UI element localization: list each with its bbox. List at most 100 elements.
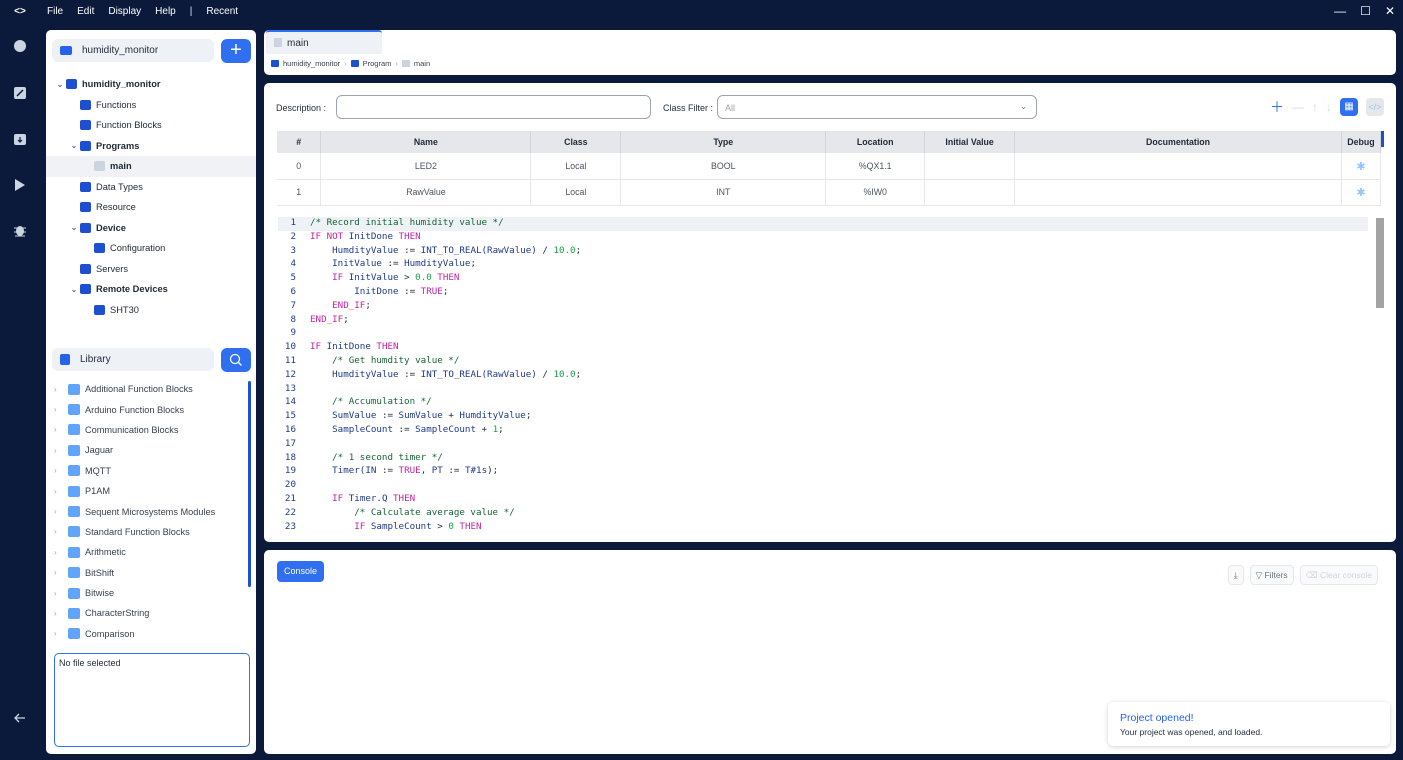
chevron-right-icon[interactable]: › (54, 446, 68, 455)
code-line[interactable]: 17 (278, 438, 1368, 452)
chevron-right-icon[interactable]: › (54, 629, 68, 638)
code-line[interactable]: 11 /* Get humdity value */ (278, 355, 1368, 369)
tree-item[interactable]: Resource (46, 197, 256, 218)
code-line[interactable]: 4 InitValue := HumdityValue; (278, 258, 1368, 272)
code-line[interactable]: 7 END_IF; (278, 300, 1368, 314)
description-input[interactable] (336, 95, 651, 119)
table-cell[interactable]: %QX1.1 (825, 153, 926, 180)
code-line[interactable]: 23 IF SampleCount > 0 THEN (278, 521, 1368, 531)
add-variable-icon[interactable]: ＋ (1270, 97, 1284, 117)
tree-item[interactable]: ⌄ humidity_monitor (46, 74, 256, 95)
add-button[interactable]: + (221, 39, 251, 63)
minimize-icon[interactable]: — (1334, 4, 1346, 18)
close-icon[interactable]: ✕ (1385, 4, 1395, 18)
library-item[interactable]: › MQTT (46, 461, 250, 481)
tree-item[interactable]: ⌄ Device (46, 218, 256, 239)
library-item[interactable]: › Additional Function Blocks (46, 379, 250, 399)
chevron-down-icon[interactable]: ⌄ (68, 141, 80, 150)
tree-item[interactable]: Configuration (46, 238, 256, 259)
bug-icon[interactable]: ✱ (1355, 186, 1367, 199)
column-header[interactable]: Debug (1341, 131, 1382, 153)
code-line[interactable]: 5 IF InitValue > 0.0 THEN (278, 272, 1368, 286)
chevron-down-icon[interactable]: ⌄ (68, 223, 80, 232)
table-cell[interactable]: %IW0 (825, 179, 926, 206)
code-line[interactable]: 1 /* Record initial humidity value */ (278, 217, 1368, 231)
move-down-icon[interactable]: ↓ (1326, 100, 1332, 114)
chevron-right-icon[interactable]: › (54, 405, 68, 414)
table-cell[interactable]: 0 (277, 153, 322, 180)
menu-help[interactable]: Help (148, 6, 183, 17)
library-item[interactable]: › Jaguar (46, 440, 250, 460)
library-search-button[interactable] (221, 348, 251, 372)
library-item[interactable]: › Communication Blocks (46, 420, 250, 440)
column-header[interactable]: Initial Value (924, 131, 1016, 153)
search-icon[interactable] (12, 39, 28, 55)
library-item[interactable]: › BitShift (46, 563, 250, 583)
code-line[interactable]: 22 /* Calculate average value */ (278, 507, 1368, 521)
library-item[interactable]: › Arduino Function Blocks (46, 399, 250, 419)
chevron-right-icon[interactable]: › (54, 466, 68, 475)
debug-cell[interactable]: ✱ (1341, 179, 1382, 206)
chevron-down-icon[interactable]: ⌄ (68, 285, 80, 294)
code-line[interactable]: 15 SumValue := SumValue + HumdityValue; (278, 410, 1368, 424)
chevron-down-icon[interactable]: ⌄ (54, 80, 66, 89)
table-cell[interactable]: INT (620, 179, 827, 206)
play-icon[interactable] (12, 179, 28, 195)
chevron-right-icon[interactable]: › (54, 487, 68, 496)
code-scrollbar[interactable] (1376, 218, 1384, 308)
tree-item[interactable]: SHT30 (46, 300, 256, 321)
table-cell[interactable]: RawValue (320, 179, 532, 206)
table-cell[interactable]: Local (530, 179, 622, 206)
library-item[interactable]: › Sequent Microsystems Modules (46, 501, 250, 521)
code-line[interactable]: 3 HumdityValue := INT_TO_REAL(RawValue) … (278, 245, 1368, 259)
maximize-icon[interactable]: ☐ (1360, 4, 1371, 18)
chevron-right-icon[interactable]: › (54, 589, 68, 598)
code-line[interactable]: 18 /* 1 second timer */ (278, 452, 1368, 466)
code-line[interactable]: 20 (278, 479, 1368, 493)
code-line[interactable]: 12 HumdityValue := INT_TO_REAL(RawValue)… (278, 369, 1368, 383)
table-cell[interactable]: BOOL (620, 153, 827, 180)
chevron-right-icon[interactable]: › (54, 527, 68, 536)
breadcrumb-item[interactable]: Program (363, 59, 392, 68)
library-item[interactable]: › Comparison (46, 624, 250, 644)
tree-item[interactable]: ⌄ Remote Devices (46, 279, 256, 300)
code-line[interactable]: 10 IF InitDone THEN (278, 341, 1368, 355)
code-line[interactable]: 9 (278, 327, 1368, 341)
code-line[interactable]: 2 IF NOT InitDone THEN (278, 231, 1368, 245)
project-selector[interactable]: humidity_monitor (52, 39, 214, 62)
code-line[interactable]: 13 (278, 383, 1368, 397)
table-cell[interactable]: LED2 (320, 153, 532, 180)
menu-file[interactable]: File (40, 6, 70, 17)
column-header[interactable]: Location (825, 131, 926, 153)
menu-recent[interactable]: Recent (199, 6, 245, 17)
chevron-right-icon[interactable]: › (54, 548, 68, 557)
code-editor[interactable]: 1 /* Record initial humidity value */ 2 IF … (278, 217, 1368, 531)
table-row[interactable]: 0 LED2 Local BOOL %QX1.1 ✱ (277, 153, 1382, 180)
table-cell[interactable] (924, 179, 1016, 206)
chevron-right-icon[interactable]: › (54, 385, 68, 394)
column-header[interactable]: Name (320, 131, 532, 153)
library-item[interactable]: › P1AM (46, 481, 250, 501)
tree-item[interactable]: ⌄ Programs (46, 136, 256, 157)
tree-item[interactable]: Functions (46, 95, 256, 116)
library-item[interactable]: › CharacterString (46, 603, 250, 623)
column-header[interactable]: Type (620, 131, 827, 153)
code-view-icon[interactable]: </> (1366, 98, 1384, 116)
tree-item[interactable]: Data Types (46, 177, 256, 198)
table-row[interactable]: 1 RawValue Local INT %IW0 ✱ (277, 179, 1382, 206)
column-header[interactable]: Class (530, 131, 622, 153)
code-line[interactable]: 19 Timer(IN := TRUE, PT := T#1s); (278, 465, 1368, 479)
arrow-left-icon[interactable] (12, 711, 28, 727)
download-icon[interactable]: ⤓ (1227, 565, 1244, 585)
menu-display[interactable]: Display (101, 6, 148, 17)
chevron-right-icon[interactable]: › (54, 609, 68, 618)
debug-cell[interactable]: ✱ (1341, 153, 1382, 180)
breadcrumb-item[interactable]: main (414, 59, 430, 68)
tree-item[interactable]: Servers (46, 259, 256, 280)
clear-console-button[interactable]: ⌫ Clear console (1299, 565, 1378, 585)
menu-edit[interactable]: Edit (70, 6, 101, 17)
code-line[interactable]: 21 IF Timer.Q THEN (278, 493, 1368, 507)
filters-button[interactable]: ▽ Filters (1249, 565, 1294, 585)
download-icon[interactable] (12, 133, 28, 149)
class-filter-select[interactable]: All ⌄ (717, 95, 1037, 119)
